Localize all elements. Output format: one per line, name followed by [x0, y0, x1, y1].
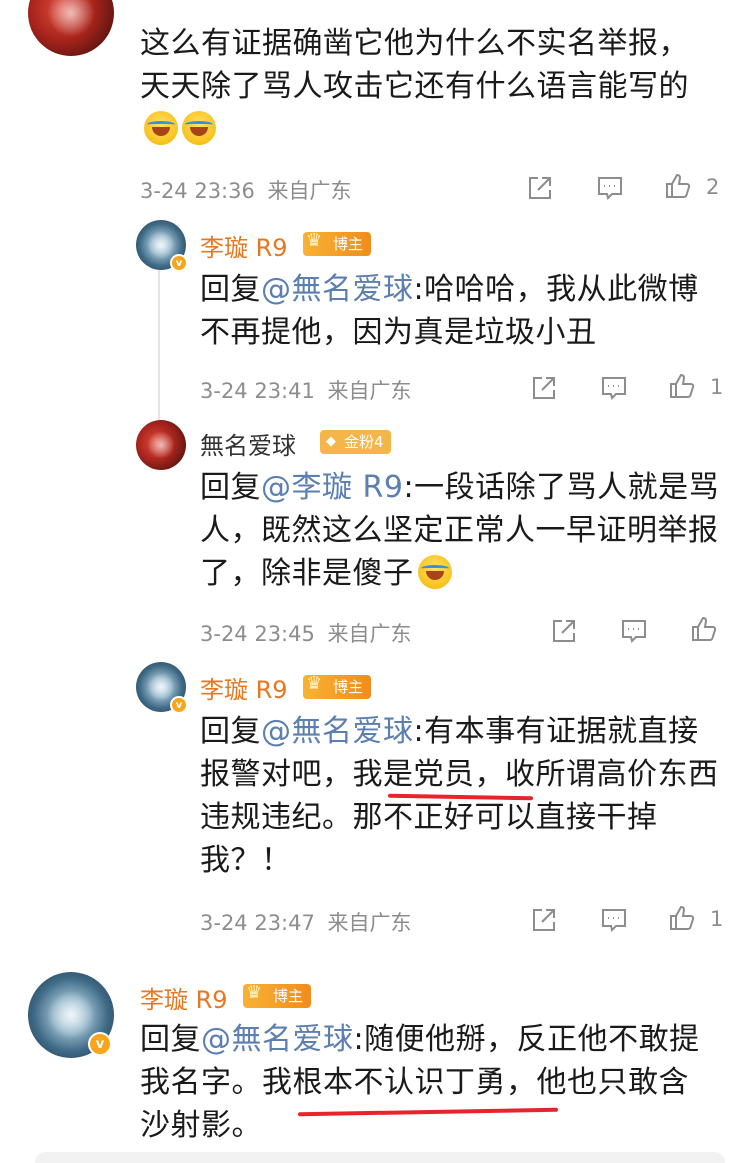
- host-badge: ♛ 博主: [243, 982, 312, 1008]
- username[interactable]: 李璇 R9: [200, 670, 288, 705]
- reply-meta: 3-24 23:45 来自广东: [200, 618, 412, 648]
- crown-icon: ♛: [306, 673, 323, 694]
- mention-link[interactable]: @李璇 R9: [261, 470, 403, 505]
- comment-icon[interactable]: [600, 906, 628, 934]
- like-count: 1: [710, 375, 724, 399]
- comment-meta: 3-24 23:36 来自广东: [140, 175, 352, 205]
- gem-icon: ◆: [326, 434, 336, 449]
- reply-meta: 3-24 23:47 来自广东: [200, 907, 412, 937]
- verified-v-icon: v: [88, 1032, 112, 1056]
- username[interactable]: 李璇 R9: [200, 228, 288, 263]
- crown-icon: ♛: [246, 982, 263, 1003]
- verified-v-icon: v: [170, 254, 188, 272]
- reply-time: 3-24 23:41: [200, 379, 315, 403]
- comment-icon[interactable]: [600, 374, 628, 402]
- avatar[interactable]: [28, 0, 114, 56]
- share-icon[interactable]: [530, 374, 558, 402]
- thumbs-up-icon[interactable]: [668, 904, 696, 932]
- thread-line: [158, 270, 160, 420]
- comment-icon[interactable]: [620, 617, 648, 645]
- mention-link[interactable]: @無名爱球: [261, 272, 414, 307]
- reply-text: 回复@李璇 R9:一段话除了骂人就是骂人，既然这么坚定正常人一早证明举报了，除非…: [200, 470, 720, 591]
- username[interactable]: 李璇 R9: [140, 980, 228, 1015]
- like-count: 2: [706, 175, 720, 199]
- comment-time: 3-24 23:36: [140, 179, 255, 203]
- share-icon[interactable]: [550, 617, 578, 645]
- verified-v-icon: v: [170, 696, 188, 714]
- avatar[interactable]: [136, 420, 186, 470]
- crown-icon: ♛: [306, 230, 323, 251]
- input-bar[interactable]: [35, 1152, 725, 1163]
- host-badge: ♛ 博主: [303, 673, 372, 699]
- thumbs-up-icon[interactable]: [668, 372, 696, 400]
- fan-badge: ◆ 金粉4: [320, 430, 391, 454]
- reply-source: 来自广东: [327, 622, 412, 646]
- like-count: 1: [710, 907, 724, 931]
- laughing-tears-emoji-icon: [182, 111, 216, 145]
- laughing-tears-emoji-icon: [144, 111, 178, 145]
- comment-icon[interactable]: [596, 174, 624, 202]
- reply-time: 3-24 23:45: [200, 622, 315, 646]
- reply-text: 回复@無名爱球:哈哈哈，我从此微博不再提他，因为真是垃圾小丑: [200, 272, 699, 350]
- comment-source: 来自广东: [267, 179, 352, 203]
- username[interactable]: 無名爱球: [200, 426, 296, 461]
- comment-text: 回复@無名爱球:随便他掰，反正他不敢提我名字。我根本不认识丁勇，他也只敢含沙射影…: [140, 1022, 700, 1143]
- thumbs-up-icon[interactable]: [690, 615, 718, 643]
- share-icon[interactable]: [526, 174, 554, 202]
- reply-source: 来自广东: [327, 379, 412, 403]
- laughing-tears-emoji-icon: [417, 555, 452, 589]
- thumbs-up-icon[interactable]: [664, 172, 692, 200]
- reply-source: 来自广东: [327, 911, 412, 935]
- host-badge: ♛ 博主: [303, 230, 372, 256]
- mention-link[interactable]: @無名爱球: [201, 1022, 354, 1057]
- mention-link[interactable]: @無名爱球: [261, 714, 414, 749]
- comment-text: 这么有证据确凿它他为什么不实名举报，天天除了骂人攻击它还有什么语言能写的: [140, 22, 700, 151]
- share-icon[interactable]: [530, 906, 558, 934]
- reply-time: 3-24 23:47: [200, 911, 315, 935]
- reply-meta: 3-24 23:41 来自广东: [200, 375, 412, 405]
